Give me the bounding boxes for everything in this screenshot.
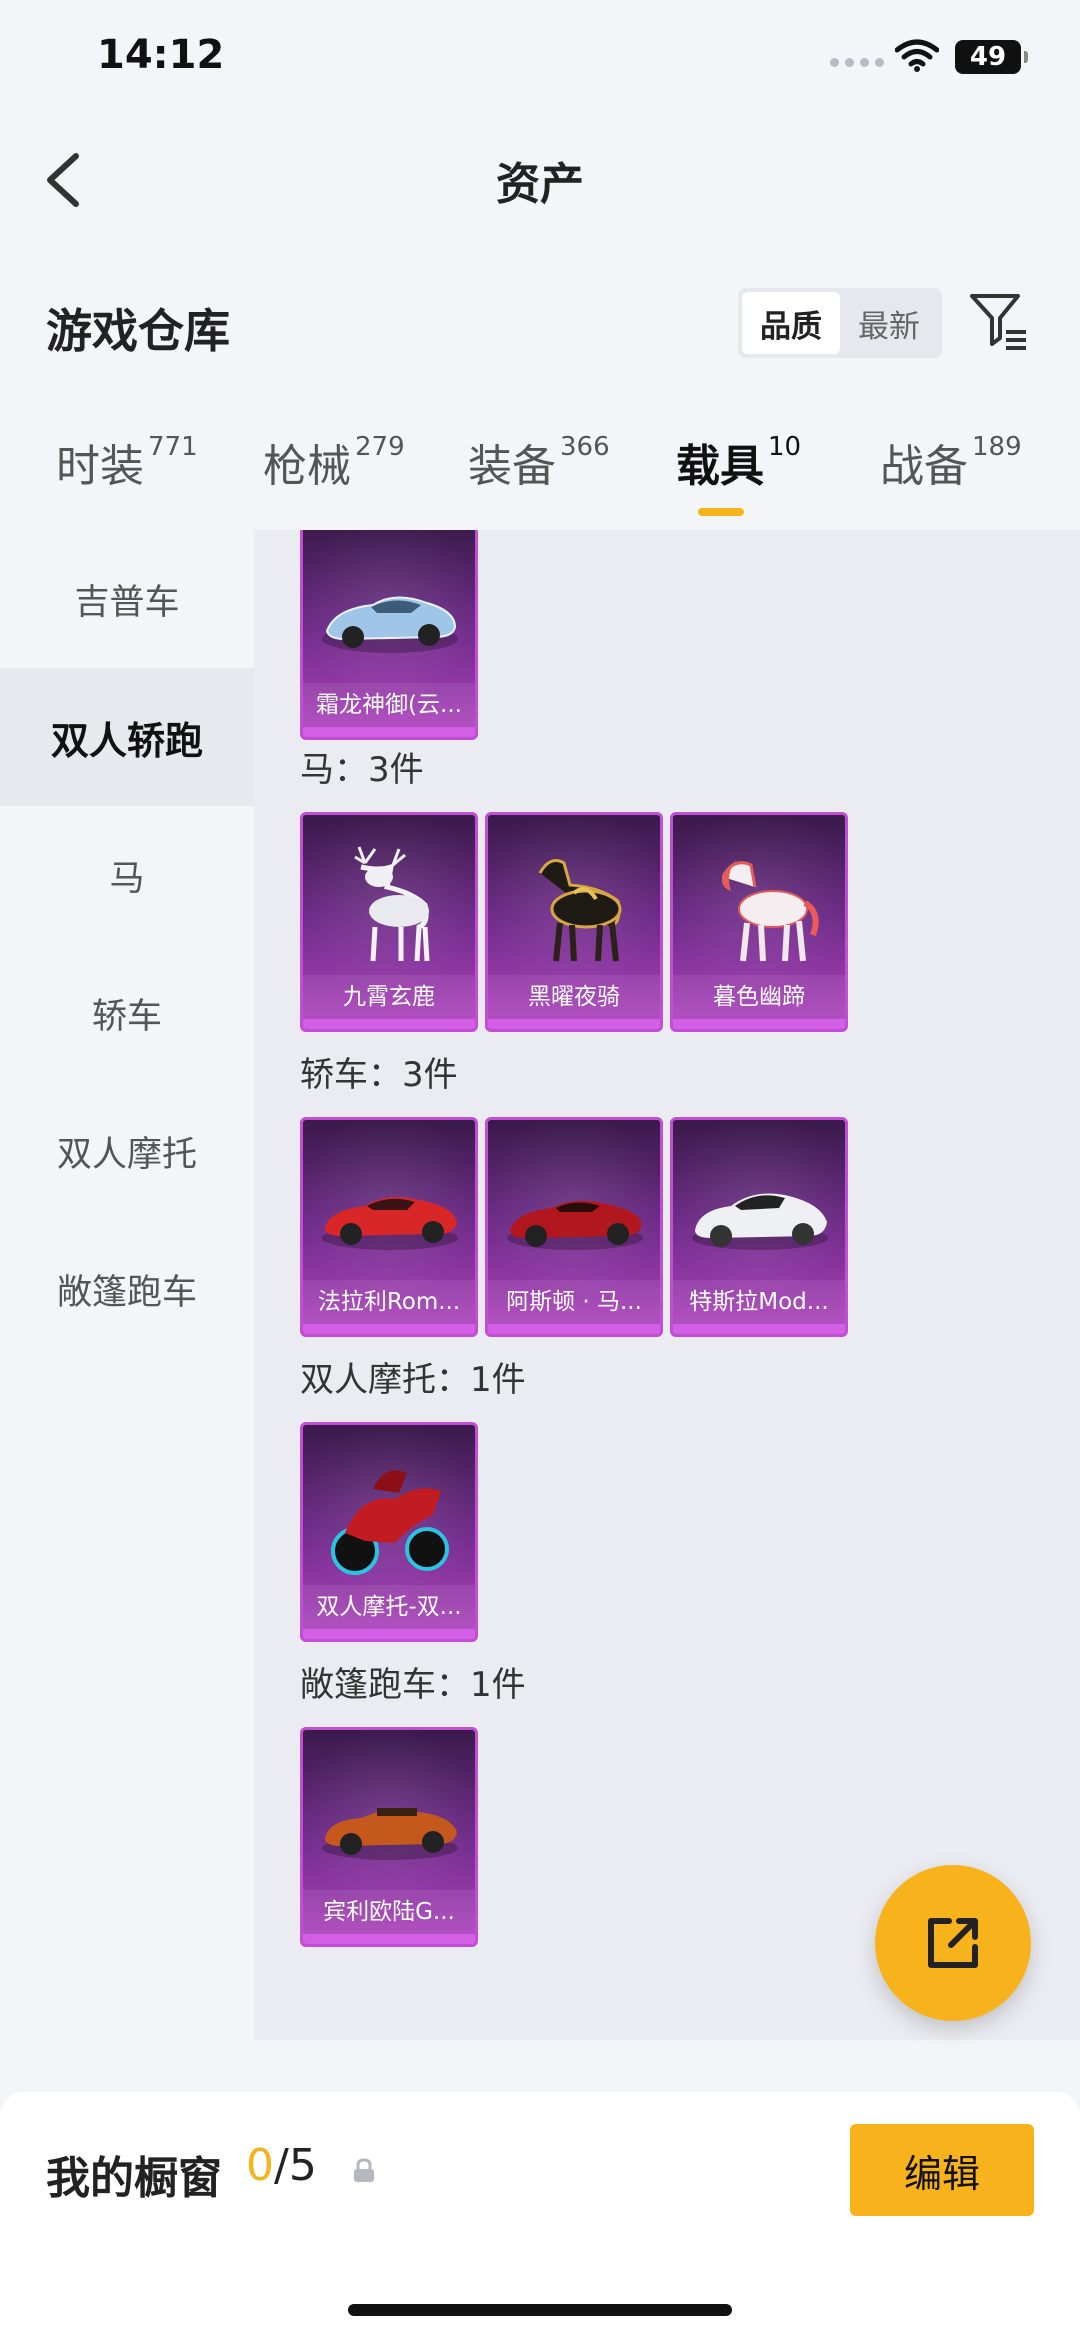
vehicle-list: 霜龙神御(云... 马：3件 九霄玄鹿 黑曜夜骑 暮色幽蹄 轿车：3件 法拉利R…: [254, 530, 1080, 2040]
lock-icon: [354, 2158, 374, 2182]
sidebar: 吉普车 双人轿跑 马 轿车 双人摩托 敞篷跑车: [0, 530, 254, 2040]
horse-image: [721, 859, 819, 962]
share-icon: [928, 1918, 978, 1968]
deer-image: [354, 846, 430, 962]
sort-toggle[interactable]: 品质 最新: [738, 288, 942, 358]
showcase-count: 0/5: [246, 2140, 317, 2191]
group-title-motorbike: 双人摩托：1件: [300, 1360, 526, 1400]
warehouse-title: 游戏仓库: [46, 304, 230, 358]
signal-icon: [830, 58, 884, 67]
edit-button[interactable]: 编辑: [850, 2124, 1034, 2216]
share-button[interactable]: [875, 1865, 1031, 2021]
sort-newest[interactable]: 最新: [840, 292, 938, 354]
home-indicator: [348, 2304, 732, 2316]
tab-fashion[interactable]: 时装 771: [56, 430, 198, 494]
car-image: [692, 1193, 828, 1250]
sidebar-item-motorbike[interactable]: 双人摩托: [0, 1082, 254, 1220]
car-image: [322, 1808, 458, 1860]
item-card[interactable]: 暮色幽蹄: [670, 812, 848, 1032]
item-card[interactable]: 双人摩托-双...: [300, 1422, 478, 1642]
item-card[interactable]: 九霄玄鹿: [300, 812, 478, 1032]
group-title-horse: 马：3件: [300, 750, 424, 790]
sidebar-item-sedan[interactable]: 轿车: [0, 944, 254, 1082]
status-bar: 14:12 49: [0, 0, 1080, 120]
status-time: 14:12: [97, 32, 225, 78]
group-title-convertible: 敞篷跑车：1件: [300, 1665, 526, 1705]
sort-quality[interactable]: 品质: [742, 292, 840, 354]
car-image: [507, 1200, 643, 1250]
sidebar-item-coupe[interactable]: 双人轿跑: [0, 668, 254, 806]
horse-image: [538, 859, 622, 962]
wifi-icon: [895, 39, 939, 72]
showcase-label: 我的橱窗: [46, 2153, 222, 2204]
item-card[interactable]: 特斯拉Mod...: [670, 1117, 848, 1337]
item-card[interactable]: 霜龙神御(云...: [300, 530, 478, 740]
page-title: 资产: [496, 159, 584, 210]
tab-firearms[interactable]: 枪械 279: [263, 430, 405, 494]
car-image: [322, 1197, 458, 1250]
category-tabs: 时装 771 枪械 279 装备 366 载具 10 战备 189: [0, 430, 1080, 530]
item-card[interactable]: 黑曜夜骑: [485, 812, 663, 1032]
car-image: [322, 596, 458, 653]
item-card[interactable]: 宾利欧陆G...: [300, 1727, 478, 1947]
motorbike-image: [331, 1470, 449, 1575]
filter-icon[interactable]: [968, 290, 1030, 352]
tab-indicator: [698, 508, 744, 516]
group-title-sedan: 轿车：3件: [300, 1055, 458, 1095]
sidebar-item-convertible[interactable]: 敞篷跑车: [0, 1220, 254, 1358]
tab-combat-gear[interactable]: 战备 189: [880, 430, 1022, 494]
sidebar-item-jeep[interactable]: 吉普车: [0, 530, 254, 668]
showcase-bar: 我的橱窗 0/5 编辑: [0, 2092, 1080, 2339]
item-card[interactable]: 阿斯顿 · 马...: [485, 1117, 663, 1337]
battery-icon: 49: [955, 40, 1028, 74]
tab-vehicles[interactable]: 载具 10: [676, 430, 801, 494]
sidebar-item-horse[interactable]: 马: [0, 806, 254, 944]
item-card[interactable]: 法拉利Rom...: [300, 1117, 478, 1337]
tab-equipment[interactable]: 装备 366: [468, 430, 610, 494]
